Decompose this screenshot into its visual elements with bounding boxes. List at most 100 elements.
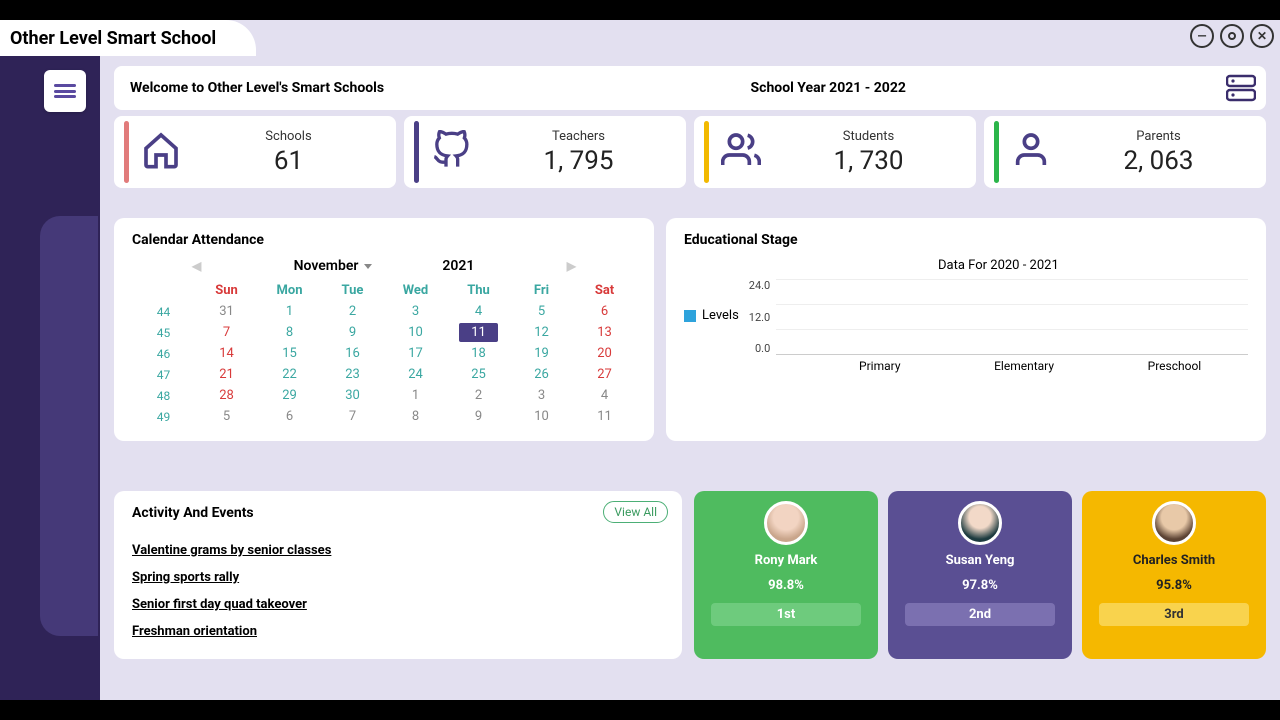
y-tick: 12.0: [749, 311, 770, 324]
calendar-day[interactable]: 2: [321, 301, 384, 322]
welcome-text: Welcome to Other Level's Smart Schools: [130, 80, 384, 96]
calendar-day[interactable]: 11: [447, 322, 510, 343]
calendar-day[interactable]: 9: [447, 406, 510, 427]
calendar-day[interactable]: 5: [510, 301, 573, 322]
week-number: 45: [132, 322, 195, 343]
calendar-day[interactable]: 15: [258, 343, 321, 364]
rank-card-2nd[interactable]: Susan Yeng 97.8% 2nd: [888, 491, 1072, 659]
calendar-day[interactable]: 30: [321, 385, 384, 406]
calendar-day[interactable]: 27: [573, 364, 636, 385]
calendar-day[interactable]: 14: [195, 343, 258, 364]
stat-color-bar: [994, 121, 999, 183]
server-icon[interactable]: [1226, 74, 1256, 102]
calendar-day[interactable]: 2: [447, 385, 510, 406]
rank-percent: 98.8%: [768, 578, 804, 593]
calendar-day[interactable]: 5: [195, 406, 258, 427]
calendar-day[interactable]: 23: [321, 364, 384, 385]
rank-card-1st[interactable]: Rony Mark 98.8% 1st: [694, 491, 878, 659]
calendar-day[interactable]: 19: [510, 343, 573, 364]
weekday-header: Wed: [384, 280, 447, 301]
calendar-day[interactable]: 31: [195, 301, 258, 322]
calendar-day[interactable]: 4: [573, 385, 636, 406]
event-item[interactable]: Freshman orientation: [132, 618, 664, 645]
calendar-day[interactable]: 25: [447, 364, 510, 385]
calendar-next-icon[interactable]: ▶: [567, 259, 576, 273]
hamburger-icon: [54, 84, 76, 98]
maximize-icon[interactable]: [1220, 24, 1244, 48]
calendar-day[interactable]: 1: [258, 301, 321, 322]
calendar-day[interactable]: 16: [321, 343, 384, 364]
rank-card-3rd[interactable]: Charles Smith 95.8% 3rd: [1082, 491, 1266, 659]
rank-position: 3rd: [1099, 603, 1250, 626]
calendar-day[interactable]: 28: [195, 385, 258, 406]
minimize-icon[interactable]: —: [1190, 24, 1214, 48]
rank-name: Susan Yeng: [946, 553, 1015, 568]
event-item[interactable]: Spring sports rally: [132, 564, 664, 591]
school-year-text: School Year 2021 - 2022: [751, 80, 906, 96]
calendar-day[interactable]: 11: [573, 406, 636, 427]
calendar-day[interactable]: 26: [510, 364, 573, 385]
calendar-day[interactable]: 4: [447, 301, 510, 322]
calendar-day[interactable]: 1: [384, 385, 447, 406]
app-title: Other Level Smart School: [0, 20, 256, 56]
calendar-day[interactable]: 18: [447, 343, 510, 364]
calendar-day[interactable]: 10: [510, 406, 573, 427]
calendar-prev-icon[interactable]: ◀: [192, 259, 201, 273]
calendar-day[interactable]: 29: [258, 385, 321, 406]
chevron-down-icon: [364, 264, 372, 269]
view-all-button[interactable]: View All: [603, 501, 668, 523]
home-icon: [141, 130, 181, 174]
week-number: 47: [132, 364, 195, 385]
avatar: [1152, 501, 1196, 545]
chart-card-title: Educational Stage: [684, 232, 1248, 248]
calendar-day[interactable]: 3: [384, 301, 447, 322]
calendar-day[interactable]: 8: [384, 406, 447, 427]
calendar-day[interactable]: 3: [510, 385, 573, 406]
stat-card-students[interactable]: Students 1, 730: [694, 116, 976, 188]
calendar-day[interactable]: 9: [321, 322, 384, 343]
stat-card-schools[interactable]: Schools 61: [114, 116, 396, 188]
calendar-day[interactable]: 13: [573, 322, 636, 343]
stat-label: Teachers: [481, 129, 676, 144]
y-tick: 24.0: [749, 279, 770, 292]
close-icon[interactable]: ✕: [1250, 24, 1274, 48]
x-label: Elementary: [994, 359, 1054, 373]
event-item[interactable]: Valentine grams by senior classes: [132, 537, 664, 564]
month-selector[interactable]: November: [294, 258, 373, 274]
year-label[interactable]: 2021: [442, 258, 474, 274]
weekday-header: Tue: [321, 280, 384, 301]
rank-name: Charles Smith: [1133, 553, 1215, 568]
event-item[interactable]: Senior first day quad takeover: [132, 591, 664, 618]
calendar-day[interactable]: 6: [573, 301, 636, 322]
calendar-day[interactable]: 6: [258, 406, 321, 427]
week-number: 49: [132, 406, 195, 427]
calendar-day[interactable]: 7: [195, 322, 258, 343]
calendar-day[interactable]: 20: [573, 343, 636, 364]
stat-card-parents[interactable]: Parents 2, 063: [984, 116, 1266, 188]
calendar-day[interactable]: 17: [384, 343, 447, 364]
weekday-header: Sat: [573, 280, 636, 301]
calendar-title: Calendar Attendance: [132, 232, 636, 248]
calendar-day[interactable]: 7: [321, 406, 384, 427]
chart-card: Educational Stage Levels Data For 2020 -…: [666, 218, 1266, 441]
month-label: November: [294, 258, 359, 274]
stat-value: 2, 063: [1061, 146, 1256, 176]
stat-color-bar: [414, 121, 419, 183]
stat-card-teachers[interactable]: Teachers 1, 795: [404, 116, 686, 188]
sidebar: [0, 56, 100, 700]
stat-value: 61: [191, 146, 386, 176]
calendar-day[interactable]: 10: [384, 322, 447, 343]
calendar-day[interactable]: 22: [258, 364, 321, 385]
chart-legend: Levels: [684, 308, 739, 323]
sidebar-accent: [40, 216, 98, 636]
events-card: Activity And Events View All Valentine g…: [114, 491, 682, 659]
rank-name: Rony Mark: [755, 553, 818, 568]
stat-label: Schools: [191, 129, 386, 144]
menu-button[interactable]: [44, 70, 86, 112]
calendar-day[interactable]: 24: [384, 364, 447, 385]
calendar-day[interactable]: 12: [510, 322, 573, 343]
calendar-day[interactable]: 21: [195, 364, 258, 385]
calendar-day[interactable]: 8: [258, 322, 321, 343]
weekday-header: Sun: [195, 280, 258, 301]
stat-label: Parents: [1061, 129, 1256, 144]
